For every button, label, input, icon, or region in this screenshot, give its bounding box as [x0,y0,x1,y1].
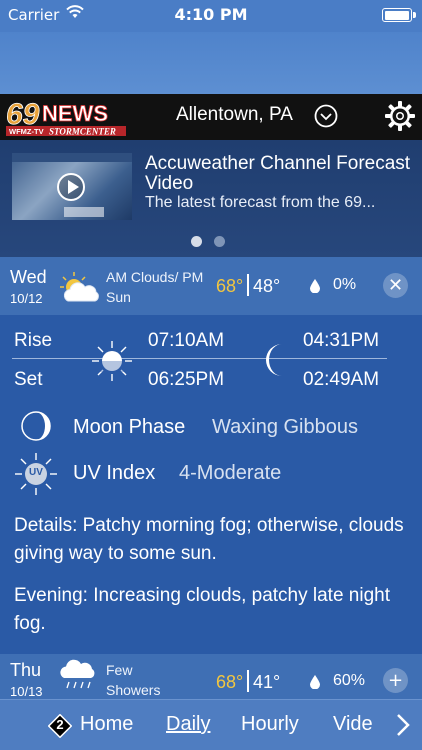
partly-cloudy-icon [58,271,102,307]
ad-banner-area [0,32,422,94]
nav-home[interactable]: Home [80,713,133,736]
svg-text:NEWS: NEWS [42,101,108,126]
page-dot-2[interactable] [214,236,225,247]
page-dot-1[interactable] [191,236,202,247]
day-name: Thu [10,660,42,680]
nav-hourly[interactable]: Hourly [241,713,299,736]
video-card[interactable]: Accuweather Channel Forecast Video The l… [0,140,422,257]
expand-button[interactable]: + [383,668,408,693]
rise-set-divider [12,358,387,359]
moonset-time: 02:49AM [303,369,380,390]
moon-phase-value: Waxing Gibbous [212,416,358,438]
high-temp: 68° [216,276,244,296]
low-temp: 41° [253,672,281,692]
set-label: Set [14,369,43,390]
temp-divider [247,274,249,296]
channel-badge-text: 2 [56,717,64,732]
uv-index-label: UV Index [73,462,156,484]
day-condition: Few Showers [106,662,161,698]
moon-phase-label: Moon Phase [73,416,186,438]
nav-video[interactable]: Vide [333,713,377,736]
day-date: 10/13 [10,684,43,699]
station-logo[interactable]: 69 NEWS WFMZ-TV STORMCENTER [4,97,128,137]
moonrise-time: 04:31PM [303,330,380,351]
uv-icon-text: UV [29,467,43,478]
battery-icon [382,8,416,22]
page-indicator[interactable] [191,232,237,251]
raindrop-icon [310,278,320,297]
sunrise-time: 07:10AM [148,330,225,351]
day-detail-panel: Rise Set 07:10AM 06:25PM 04:31PM 02:49AM… [0,315,422,654]
gear-icon[interactable] [384,100,416,136]
low-temp: 48° [253,276,281,296]
day-date: 10/12 [10,291,43,306]
chevron-right-icon[interactable] [396,713,410,741]
svg-text:STORMCENTER: STORMCENTER [49,127,116,137]
nav-daily[interactable]: Daily [166,713,210,736]
moon-phase-icon [20,410,52,446]
sun-icon [90,339,134,387]
precip-chance: 0% [333,276,357,293]
day-row-today[interactable]: Wed 10/12 AM Clouds/ PM Sun 68° 48° 0% ✕ [0,257,422,315]
showers-icon [58,658,102,699]
status-bar: Carrier 4:10 PM [0,0,422,32]
day-row-next[interactable]: Thu 10/13 Few Showers 68° 41° 60% + [0,654,422,699]
video-subtitle: The latest forecast from the 69... [145,194,376,211]
play-icon[interactable] [57,173,85,201]
evening-text: Evening: Increasing clouds, patchy late … [14,585,391,634]
high-temp: 68° [216,672,244,692]
temp-divider [247,670,249,692]
collapse-button[interactable]: ✕ [383,273,408,298]
bottom-nav: 2 Home Daily Hourly Vide [0,699,422,750]
moon-icon [262,342,288,382]
day-name: Wed [10,267,47,287]
video-title[interactable]: Accuweather Channel Forecast Video [145,154,415,194]
chevron-down-icon[interactable] [314,104,338,132]
day-condition: AM Clouds/ PM Sun [106,269,204,305]
details-text: Details: Patchy morning fog; otherwise, … [14,515,404,564]
location-name[interactable]: Allentown, PA [176,104,293,126]
precip-chance: 60% [333,672,366,689]
svg-text:WFMZ-TV: WFMZ-TV [9,127,44,136]
sunset-time: 06:25PM [148,369,225,390]
clock: 4:10 PM [174,5,248,24]
raindrop-icon [310,674,320,693]
video-thumbnail[interactable] [12,153,132,220]
app-header: 69 NEWS WFMZ-TV STORMCENTER Allentown, P… [0,94,422,140]
rise-label: Rise [14,330,53,351]
uv-index-value: 4-Moderate [179,462,282,484]
